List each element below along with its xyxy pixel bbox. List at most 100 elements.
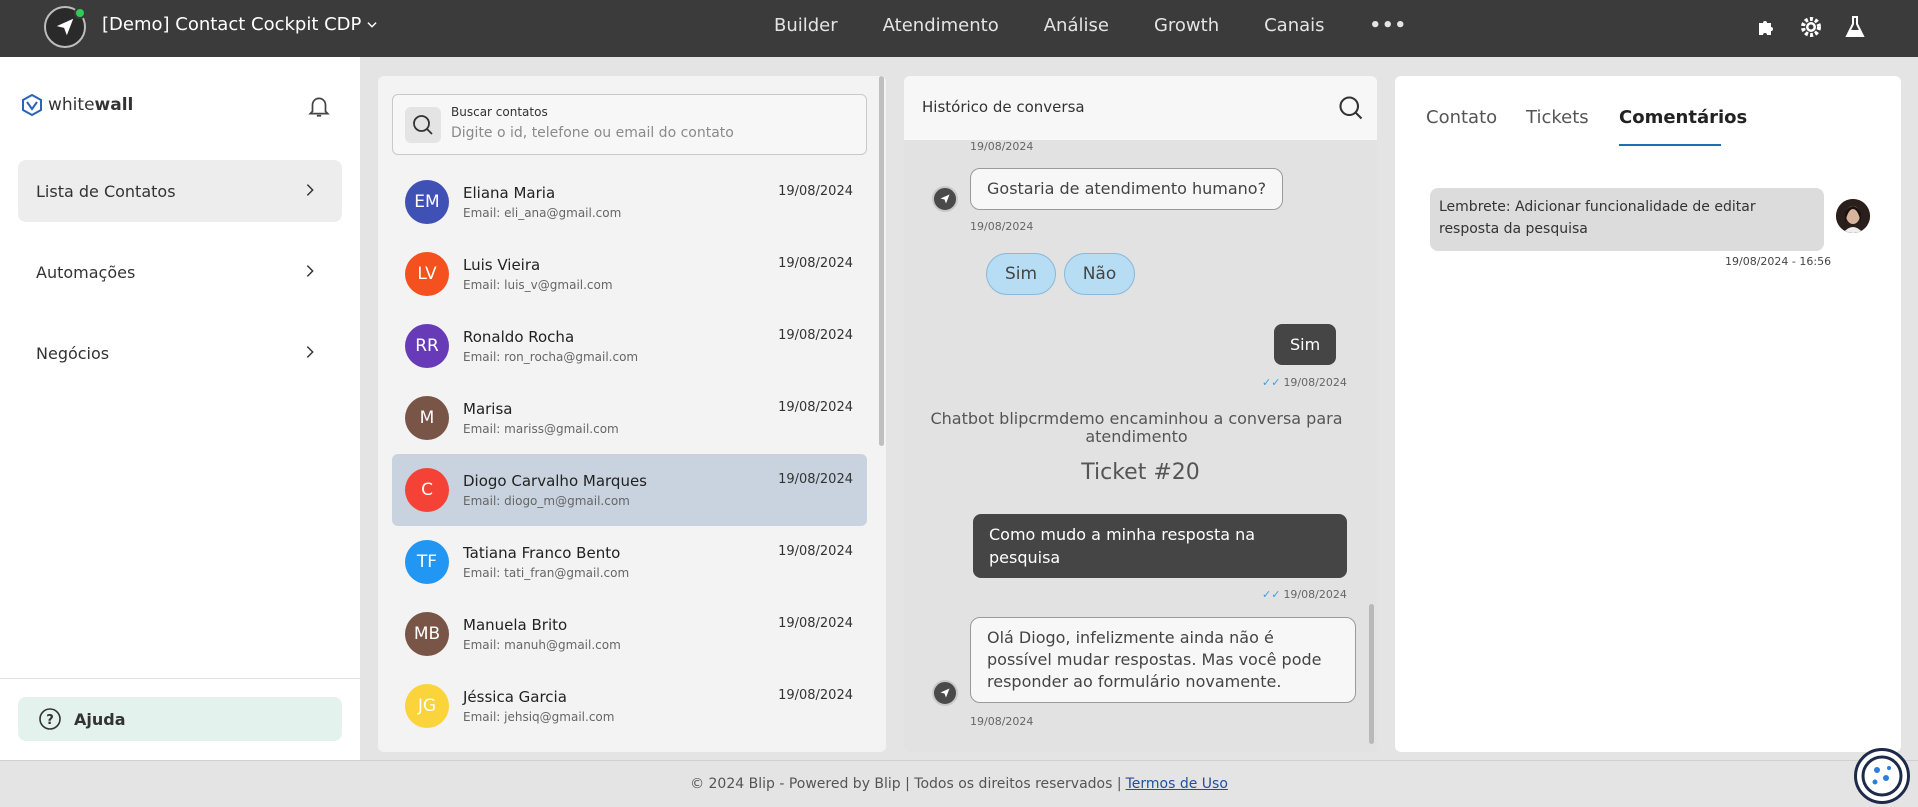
contact-name: Manuela Brito <box>463 616 568 634</box>
avatar <box>1836 199 1870 233</box>
contact-date: 19/08/2024 <box>778 544 853 559</box>
user-message: Sim <box>1274 324 1337 365</box>
help-button[interactable]: ? Ajuda <box>18 697 342 741</box>
avatar: MB <box>405 612 449 656</box>
bot-avatar-icon <box>932 186 958 212</box>
svg-text:?: ? <box>46 713 54 728</box>
nav-analise[interactable]: Análise <box>1044 15 1109 36</box>
message-timestamp: 19/08/2024 <box>970 140 1034 153</box>
contact-email: Email: tati_fran@gmail.com <box>463 566 630 580</box>
terms-link[interactable]: Termos de Uso <box>1126 776 1228 792</box>
conversation-title: Histórico de conversa <box>922 98 1085 116</box>
contact-email: Email: manuh@gmail.com <box>463 638 621 652</box>
sidebar-item-negocios[interactable]: Negócios <box>18 322 342 384</box>
contact-date: 19/08/2024 <box>778 328 853 343</box>
contact-row[interactable]: JG Jéssica Garcia Email: jehsiq@gmail.co… <box>392 670 867 742</box>
sidebar-item-automacoes[interactable]: Automações <box>18 241 342 303</box>
conversation-panel: Histórico de conversa 19/08/2024 Gostari… <box>904 76 1377 752</box>
nav-canais[interactable]: Canais <box>1264 15 1324 36</box>
avatar: JG <box>405 684 449 728</box>
contact-name: Marisa <box>463 400 513 418</box>
tab-tickets[interactable]: Tickets <box>1526 107 1589 128</box>
comment-bubble: Lembrete: Adicionar funcionalidade de ed… <box>1430 188 1824 251</box>
top-icons <box>1754 14 1868 40</box>
message-timestamp: ✓✓ 19/08/2024 <box>1262 376 1347 389</box>
avatar: M <box>405 396 449 440</box>
sidebar-item-label: Negócios <box>36 343 110 363</box>
contacts-scrollbar[interactable] <box>879 76 884 446</box>
bot-message: Gostaria de atendimento humano? <box>970 168 1284 210</box>
contact-email: Email: jehsiq@gmail.com <box>463 710 615 724</box>
contact-date: 19/08/2024 <box>778 688 853 703</box>
quick-reply-nao[interactable]: Não <box>1064 253 1135 295</box>
contact-row[interactable]: EM Eliana Maria Email: eli_ana@gmail.com… <box>392 166 867 238</box>
top-bar: [Demo] Contact Cockpit CDP Builder Atend… <box>0 0 1918 57</box>
contact-row[interactable]: M Marisa Email: mariss@gmail.com 19/08/2… <box>392 382 867 454</box>
contact-row-partial[interactable] <box>392 742 867 752</box>
search-label: Buscar contatos <box>451 105 548 119</box>
search-icon[interactable] <box>1337 94 1365 122</box>
contact-row[interactable]: LV Luis Vieira Email: luis_v@gmail.com 1… <box>392 238 867 310</box>
contact-email: Email: eli_ana@gmail.com <box>463 206 622 220</box>
contacts-panel: Buscar contatos EM Eliana Maria Email: e… <box>378 76 886 752</box>
footer: © 2024 Blip - Powered by Blip | Todos os… <box>0 760 1918 807</box>
bot-name: [Demo] Contact Cockpit CDP <box>102 14 362 35</box>
bot-avatar[interactable] <box>44 6 86 48</box>
nav-growth[interactable]: Growth <box>1154 15 1219 36</box>
nav-builder[interactable]: Builder <box>774 15 838 36</box>
sidebar-item-label: Lista de Contatos <box>36 181 176 201</box>
read-checks-icon: ✓✓ <box>1262 376 1281 389</box>
contact-name: Diogo Carvalho Marques <box>463 472 647 490</box>
comment-timestamp: 19/08/2024 - 16:56 <box>1725 255 1832 268</box>
brand-bold: wall <box>94 95 134 115</box>
avatar: EM <box>405 180 449 224</box>
contact-date: 19/08/2024 <box>778 184 853 199</box>
contact-date: 19/08/2024 <box>778 400 853 415</box>
contact-row[interactable]: TF Tatiana Franco Bento Email: tati_fran… <box>392 526 867 598</box>
send-icon <box>56 18 74 36</box>
sidebar-item-lista-contatos[interactable]: Lista de Contatos <box>18 160 342 222</box>
puzzle-icon[interactable] <box>1754 14 1780 40</box>
quick-reply-sim[interactable]: Sim <box>986 253 1056 295</box>
cookie-icon[interactable] <box>1854 748 1910 804</box>
chevron-right-icon <box>306 184 314 196</box>
message-timestamp: 19/08/2024 <box>970 220 1034 233</box>
nav-atendimento[interactable]: Atendimento <box>883 15 999 36</box>
timestamp-text: 19/08/2024 <box>1283 376 1347 389</box>
contact-email: Email: luis_v@gmail.com <box>463 278 613 292</box>
avatar: LV <box>405 252 449 296</box>
conversation-header: Histórico de conversa <box>904 76 1377 140</box>
active-tab-indicator <box>1619 144 1721 146</box>
online-status-dot <box>74 7 86 19</box>
timestamp-text: 19/08/2024 <box>1283 588 1347 601</box>
search-icon <box>405 107 441 143</box>
bot-selector[interactable]: [Demo] Contact Cockpit CDP <box>102 14 379 35</box>
contact-date: 19/08/2024 <box>778 472 853 487</box>
gear-icon[interactable] <box>1798 14 1824 40</box>
avatar: RR <box>405 324 449 368</box>
contact-name: Luis Vieira <box>463 256 541 274</box>
contact-row[interactable]: MB Manuela Brito Email: manuh@gmail.com … <box>392 598 867 670</box>
nav-more-button[interactable]: ••• <box>1370 15 1408 36</box>
message-timestamp: 19/08/2024 <box>970 715 1034 728</box>
tab-contato[interactable]: Contato <box>1426 107 1497 128</box>
contact-row-selected[interactable]: C Diogo Carvalho Marques Email: diogo_m@… <box>392 454 867 526</box>
contact-email: Email: ron_rocha@gmail.com <box>463 350 639 364</box>
contact-row[interactable]: RR Ronaldo Rocha Email: ron_rocha@gmail.… <box>392 310 867 382</box>
hexagon-logo-icon <box>22 94 42 116</box>
flask-icon[interactable] <box>1842 14 1868 40</box>
contact-name: Eliana Maria <box>463 184 556 202</box>
help-icon: ? <box>39 708 61 730</box>
user-message: Como mudo a minha resposta na pesquisa <box>973 514 1347 578</box>
bell-icon[interactable] <box>306 93 332 123</box>
search-input[interactable] <box>451 125 851 141</box>
contact-date: 19/08/2024 <box>778 616 853 631</box>
avatar: TF <box>405 540 449 584</box>
tab-comentarios[interactable]: Comentários <box>1619 107 1747 128</box>
footer-text: © 2024 Blip - Powered by Blip | Todos os… <box>690 776 1122 792</box>
contact-email: Email: diogo_m@gmail.com <box>463 494 630 508</box>
contact-email: Email: mariss@gmail.com <box>463 422 619 436</box>
system-message: Chatbot blipcrmdemo encaminhou a convers… <box>930 409 1343 446</box>
conversation-scrollbar[interactable] <box>1369 604 1374 744</box>
contact-search[interactable]: Buscar contatos <box>392 94 867 155</box>
